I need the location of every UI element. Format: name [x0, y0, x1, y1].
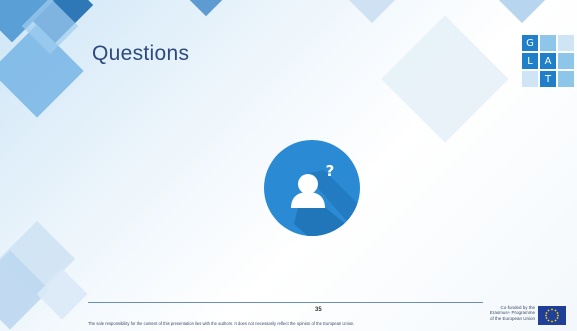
logo-cell-l: L — [522, 53, 538, 69]
eu-credit: Co-funded by the Erasmus+ Programme of t… — [470, 305, 535, 321]
logo-cell-blank-1 — [540, 35, 556, 51]
decor-diamond-top-right-2 — [490, 0, 554, 24]
logo-cell-blank-4 — [522, 71, 538, 87]
decor-diamond-top-right — [340, 0, 404, 24]
slide-title: Questions — [92, 42, 190, 65]
disclaimer-text: The sole responsibility for the content … — [88, 321, 355, 326]
decor-diamond-right-ghost — [381, 15, 509, 143]
logo-cell-a: A — [540, 53, 556, 69]
page-number: 35 — [315, 307, 322, 313]
eu-flag-icon — [538, 306, 566, 325]
svg-text:?: ? — [326, 162, 335, 180]
logo-cell-blank-2 — [558, 35, 574, 51]
logo-cell-blank-5 — [558, 71, 574, 87]
slide: Questions G L A T ? 35 The sole responsi… — [0, 0, 577, 331]
footer-divider — [88, 302, 483, 303]
user-question-icon: ? — [264, 140, 360, 236]
eu-credit-line-3: of the European Union — [489, 315, 535, 321]
logo-cell-t: T — [540, 71, 556, 87]
logo-cell-g: G — [522, 35, 538, 51]
glat-logo: G L A T — [522, 35, 576, 89]
logo-cell-blank-3 — [558, 53, 574, 69]
decor-diamond-top-center — [177, 0, 235, 17]
